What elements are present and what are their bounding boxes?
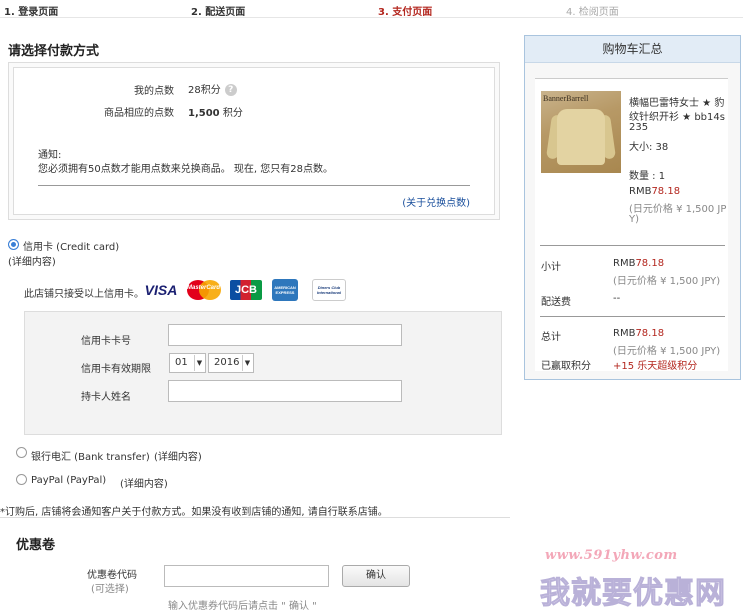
step-shipping: 2. 配送页面 [191, 7, 246, 18]
price-prefix: RMB [629, 186, 652, 197]
credit-card-radio[interactable] [8, 239, 19, 250]
expiry-year-value: 2016 [214, 357, 240, 368]
card-number-input[interactable] [168, 324, 402, 346]
notice-text: 您必须拥有50点数才能用点数来兑换商品。 现在, 您只有28点数。 [38, 164, 333, 175]
notice-divider [38, 185, 470, 186]
earned-points-unit: 乐天超级积分 [637, 361, 698, 372]
card-holder-input[interactable] [168, 380, 402, 402]
diners-text: Diners Club International [316, 285, 341, 295]
total-prefix: RMB [613, 328, 636, 339]
subtotal-label: 小计 [541, 262, 561, 273]
checkout-steps: 1. 登录页面 2. 配送页面 3. 支付页面 4. 检阅页面 [0, 0, 743, 18]
coupon-hint: 输入优惠券代码后请点击 " 确认 " [168, 601, 317, 612]
step-login: 1. 登录页面 [4, 7, 59, 18]
notice-title: 通知: [38, 150, 62, 161]
credit-card-details-link[interactable]: (详细内容) [8, 253, 56, 268]
product-image-logo: BannerBarrell [543, 94, 589, 103]
price-value: 78.18 [651, 186, 681, 197]
amex-icon: AMERICAN EXPRESS [272, 279, 298, 301]
my-points-number: 28积分 [188, 85, 221, 96]
chevron-down-icon: ▼ [194, 355, 204, 371]
watermark-url: www.591yhw.com [545, 548, 678, 563]
cart-divider-1 [540, 245, 725, 246]
about-points-link[interactable]: (关于兑换点数) [402, 194, 470, 209]
expiry-year-select[interactable]: 2016 ▼ [208, 353, 254, 373]
total-label: 总计 [541, 332, 561, 343]
step-review: 4. 检阅页面 [566, 7, 619, 18]
diners-icon: Diners Club International [312, 279, 346, 301]
product-points-label: 商品相应的点数 [104, 108, 174, 119]
subtotal-number: 78.18 [635, 258, 665, 269]
mastercard-text: MasterCard [187, 285, 221, 291]
shipping-value: -- [613, 293, 621, 304]
product-name-line-1[interactable]: 横幅巴雷特女士 ★ 豹 [629, 94, 724, 109]
product-sweater [557, 109, 605, 165]
bank-details-link[interactable]: (详细内容) [154, 448, 202, 463]
product-qty: 数量 : 1 [629, 171, 666, 182]
total-number: 78.18 [635, 328, 665, 339]
product-image[interactable]: BannerBarrell [541, 91, 621, 173]
coupon-title: 优惠卷 [16, 538, 56, 553]
product-points-unit: 积分 [222, 108, 243, 119]
card-expiry-label: 信用卡有效期限 [81, 364, 151, 375]
total-jpy: (日元价格 ¥ 1,500 JPY) [613, 346, 721, 357]
total-value: RMB78.18 [613, 328, 664, 339]
paypal-radio[interactable] [16, 474, 27, 485]
visa-icon: VISA [140, 279, 182, 301]
watermark-logo: 我就要优惠网 [540, 576, 726, 612]
points-box: 我的点数 28积分? 商品相应的点数 1,500 积分 通知: 您必须拥有50点… [8, 62, 500, 220]
card-number-label: 信用卡卡号 [81, 336, 131, 347]
amex-text: AMERICAN EXPRESS [274, 285, 296, 295]
my-points-label: 我的点数 [134, 86, 174, 97]
section-divider [0, 517, 510, 518]
jcb-icon: JCB [229, 279, 263, 301]
product-jpy-line-2: Y) [629, 214, 640, 225]
product-name-line-3[interactable]: 235 [629, 122, 648, 133]
cart-summary-title: 购物车汇总 [525, 36, 740, 63]
mastercard-icon: MasterCard [185, 279, 223, 301]
accepted-cards-text: 此店铺只接受以上信用卡。 [24, 289, 144, 300]
credit-card-label[interactable]: 信用卡 (Credit card) [23, 238, 119, 253]
shipping-label: 配送费 [541, 297, 571, 308]
coupon-optional-label: (可选择) [91, 584, 129, 595]
card-holder-label: 持卡人姓名 [81, 392, 131, 403]
product-points-value: 1,500 积分 [188, 104, 243, 119]
product-size: 大小: 38 [629, 142, 669, 153]
expiry-month-value: 01 [175, 357, 188, 368]
product-name-line-2[interactable]: 纹针织开衫 ★ bb14s [629, 108, 725, 123]
product-points-number: 1,500 [188, 108, 220, 119]
payment-title: 请选择付款方式 [8, 44, 100, 59]
cart-divider-2 [540, 316, 725, 317]
step-payment: 3. 支付页面 [378, 7, 433, 18]
earned-points-value: +15 乐天超级积分 [613, 357, 697, 372]
product-jpy-line-1: (日元价格 ¥ 1,500 JP [629, 204, 727, 215]
subtotal-prefix: RMB [613, 258, 636, 269]
paypal-label[interactable]: PayPal (PayPal) [31, 475, 106, 486]
product-price: RMB78.18 [629, 186, 680, 197]
subtotal-jpy: (日元价格 ¥ 1,500 JPY) [613, 276, 721, 287]
payment-footnote: *订购后, 店铺将会通知客户关于付款方式。如果没有收到店铺的通知, 请自行联系店… [0, 507, 388, 518]
coupon-code-input[interactable] [164, 565, 329, 587]
coupon-code-label: 优惠卷代码 [87, 570, 137, 581]
earned-points-number: +15 [613, 361, 635, 372]
paypal-details-link[interactable]: (详细内容) [120, 475, 168, 490]
bank-transfer-label[interactable]: 银行电汇 (Bank transfer) [31, 448, 150, 463]
help-icon[interactable]: ? [224, 84, 237, 96]
coupon-confirm-button[interactable]: 确认 [342, 565, 410, 587]
points-inner: 我的点数 28积分? 商品相应的点数 1,500 积分 通知: 您必须拥有50点… [13, 67, 495, 215]
my-points-value: 28积分? [188, 81, 237, 96]
credit-card-form: 信用卡卡号 信用卡有效期限 01 ▼ 2016 ▼ 持卡人姓名 [24, 311, 502, 435]
jcb-text: JCB [230, 280, 262, 300]
subtotal-value: RMB78.18 [613, 258, 664, 269]
bank-transfer-radio[interactable] [16, 447, 27, 458]
chevron-down-icon: ▼ [242, 355, 252, 371]
earned-points-label: 已赢取积分 [541, 361, 591, 372]
expiry-month-select[interactable]: 01 ▼ [169, 353, 206, 373]
